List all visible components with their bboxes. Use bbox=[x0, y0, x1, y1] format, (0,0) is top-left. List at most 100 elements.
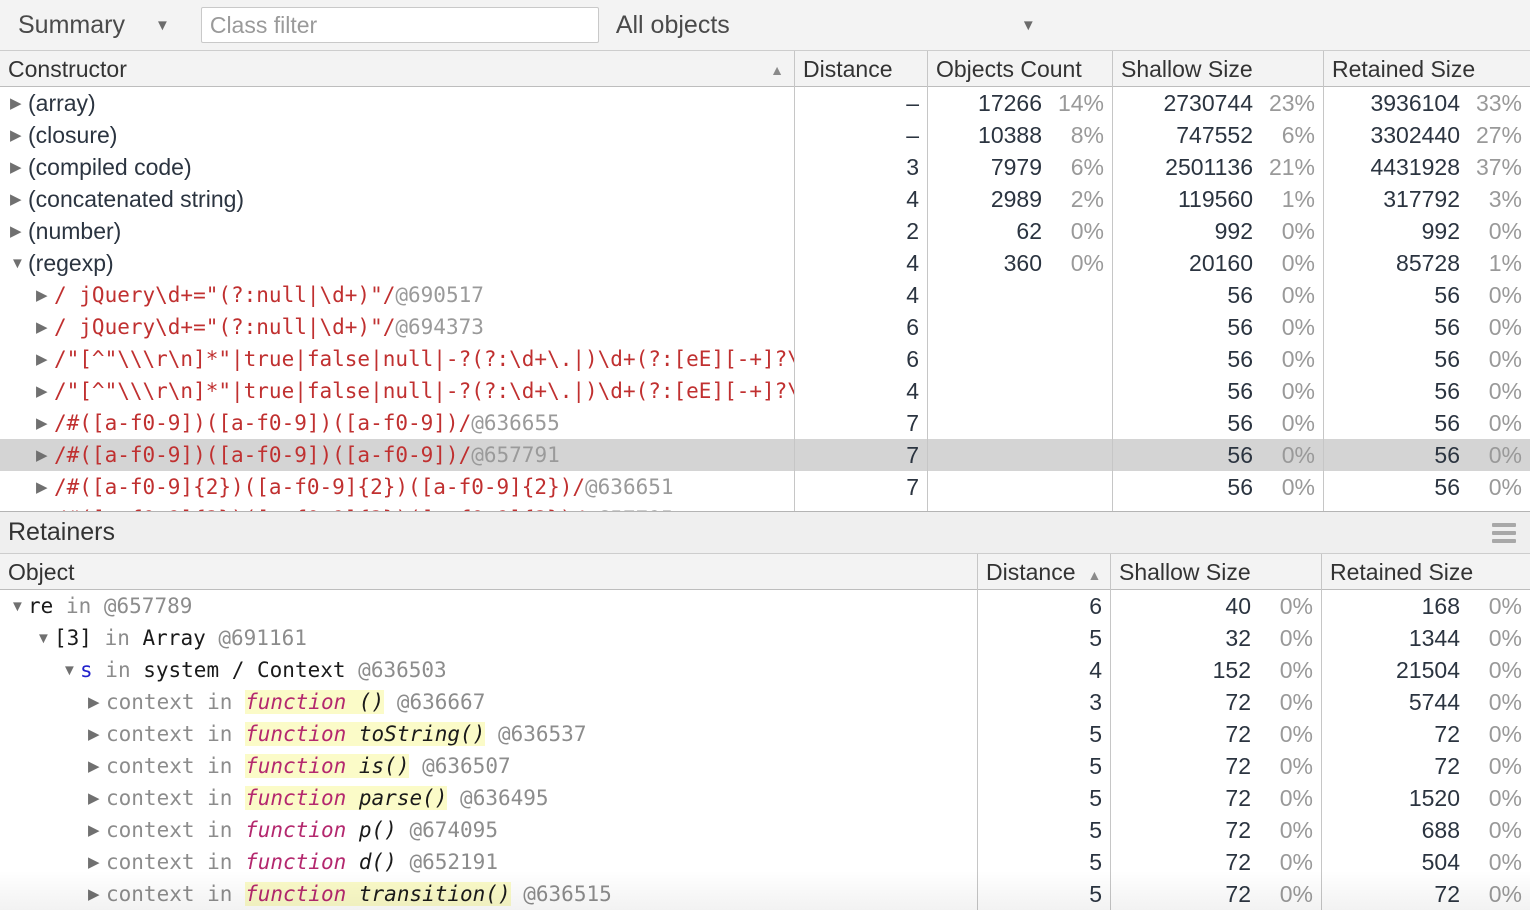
collapsed-triangle-icon[interactable]: ▶ bbox=[88, 759, 106, 774]
table-row[interactable]: ▶ / jQuery\d+="(?:null|\d+)"/ @694373 6 56 0… bbox=[0, 311, 1530, 343]
constructor-name: / jQuery\d+="(?:null|\d+)"/ bbox=[54, 315, 396, 339]
table-row[interactable]: ▶ context in function toString() @636537 5… bbox=[0, 718, 1530, 750]
value: 72 bbox=[1225, 753, 1251, 779]
retainer-name: context bbox=[106, 818, 195, 842]
table-row[interactable]: ▶/#([a-f0-9]{2})([a-f0-9]{2})([a-f0-9]{2… bbox=[0, 503, 1530, 511]
percent: 0% bbox=[1281, 442, 1315, 468]
retainer-col-shallow-size[interactable]: Shallow Size bbox=[1111, 554, 1322, 590]
expanded-triangle-icon[interactable]: ▼ bbox=[36, 631, 54, 646]
constructor-col-constructor[interactable]: Constructor ▲ bbox=[0, 51, 795, 87]
percent: 0% bbox=[1488, 817, 1522, 843]
holder-highlight: function transition() bbox=[245, 882, 511, 906]
table-row[interactable]: ▶/#([a-f0-9])([a-f0-9])([a-f0-9])/ @6366… bbox=[0, 407, 1530, 439]
value: 6 bbox=[906, 346, 919, 372]
table-row[interactable]: ▶ context in function parse() @636495 5 72 0… bbox=[0, 782, 1530, 814]
expanded-triangle-icon[interactable]: ▼ bbox=[10, 599, 28, 614]
shallow-size-cell: 72 0% bbox=[1111, 814, 1322, 846]
sort-arrow-icon: ▲ bbox=[1087, 566, 1102, 583]
collapsed-triangle-icon[interactable]: ▶ bbox=[36, 448, 54, 463]
collapsed-triangle-icon[interactable]: ▶ bbox=[88, 727, 106, 742]
collapsed-triangle-icon[interactable]: ▶ bbox=[10, 128, 28, 143]
value: – bbox=[906, 90, 919, 116]
objects-count-cell: 7979 6% bbox=[928, 151, 1113, 183]
table-row[interactable]: ▶ context in function d() @652191 5 72 0% 504… bbox=[0, 846, 1530, 878]
table-row[interactable]: ▶ (number) 2 62 0% 992 0% 992 0% bbox=[0, 215, 1530, 247]
constructor-col-shallow-size[interactable]: Shallow Size bbox=[1113, 51, 1324, 87]
object-id: @636537 bbox=[485, 722, 587, 746]
collapsed-triangle-icon[interactable]: ▶ bbox=[88, 791, 106, 806]
table-row[interactable]: ▶/#([a-f0-9])([a-f0-9])([a-f0-9])/ @6577… bbox=[0, 439, 1530, 471]
retained-size-cell: 1520 0% bbox=[1322, 782, 1530, 814]
memory-toolbar: Summary ▼ All objects ▼ bbox=[0, 0, 1530, 51]
function-name: parse() bbox=[358, 786, 448, 810]
retainer-name: context bbox=[106, 850, 195, 874]
constructor-col-distance[interactable]: Distance bbox=[795, 51, 928, 87]
retained-size-cell: 560% bbox=[1324, 503, 1530, 511]
shallow-size-cell: 56 0% bbox=[1113, 279, 1324, 311]
expanded-triangle-icon[interactable]: ▼ bbox=[10, 256, 28, 271]
shallow-size-cell: 72 0% bbox=[1111, 878, 1322, 910]
table-row[interactable]: ▶ (array) – 17266 14% 2730744 23% 3936104 33% bbox=[0, 87, 1530, 119]
percent: 0% bbox=[1488, 881, 1522, 907]
object-id: @636503 bbox=[345, 658, 447, 682]
percent: 0% bbox=[1279, 817, 1313, 843]
percent: 0% bbox=[1281, 346, 1315, 372]
table-row[interactable]: ▶ context in function transition() @63651… bbox=[0, 878, 1530, 910]
table-row[interactable]: ▶ (compiled code) 3 7979 6% 2501136 21% 4431928… bbox=[0, 151, 1530, 183]
hamburger-icon[interactable] bbox=[1492, 523, 1516, 543]
collapsed-triangle-icon[interactable]: ▶ bbox=[36, 480, 54, 495]
table-row[interactable]: ▶/#([a-f0-9]{2})([a-f0-9]{2})([a-f0-9]{2… bbox=[0, 471, 1530, 503]
percent: 0% bbox=[1281, 250, 1315, 276]
constructor-name: (compiled code) bbox=[28, 154, 192, 180]
collapsed-triangle-icon[interactable]: ▶ bbox=[36, 288, 54, 303]
table-row[interactable]: ▼ s in system / Context @636503 4 152 0% 2150… bbox=[0, 654, 1530, 686]
collapsed-triangle-icon[interactable]: ▶ bbox=[36, 352, 54, 367]
retainer-col-distance[interactable]: Distance ▲ bbox=[978, 554, 1111, 590]
collapsed-triangle-icon[interactable]: ▶ bbox=[10, 160, 28, 175]
value: 7979 bbox=[990, 154, 1042, 180]
function-name: is() bbox=[358, 754, 410, 778]
collapsed-triangle-icon[interactable]: ▶ bbox=[36, 320, 54, 335]
collapsed-triangle-icon[interactable]: ▶ bbox=[88, 823, 106, 838]
collapsed-triangle-icon[interactable]: ▶ bbox=[88, 887, 106, 902]
collapsed-triangle-icon[interactable]: ▶ bbox=[10, 96, 28, 111]
class-filter-input[interactable] bbox=[200, 7, 599, 43]
table-row[interactable]: ▶ (concatenated string) 4 2989 2% 119560 1% 317… bbox=[0, 183, 1530, 215]
in-keyword: in bbox=[194, 850, 246, 874]
collapsed-triangle-icon[interactable]: ▶ bbox=[36, 384, 54, 399]
retainer-name: context bbox=[106, 754, 195, 778]
collapsed-triangle-icon[interactable]: ▶ bbox=[88, 855, 106, 870]
retainer-col-retained-size[interactable]: Retained Size bbox=[1322, 554, 1530, 590]
constructor-col-objects-count[interactable]: Objects Count bbox=[928, 51, 1113, 87]
collapsed-triangle-icon[interactable]: ▶ bbox=[88, 695, 106, 710]
retainer-col-object[interactable]: Object bbox=[0, 554, 978, 590]
distance-cell: 5 bbox=[978, 846, 1111, 878]
table-row[interactable]: ▶ (closure) – 10388 8% 747552 6% 3302440 27% bbox=[0, 119, 1530, 151]
table-row[interactable]: ▼ (regexp) 4 360 0% 20160 0% 85728 1% bbox=[0, 247, 1530, 279]
table-row[interactable]: ▶ context in function is() @636507 5 72 0% 72… bbox=[0, 750, 1530, 782]
distance-cell: – bbox=[795, 119, 928, 151]
constructor-col-retained-size[interactable]: Retained Size bbox=[1324, 51, 1530, 87]
table-row[interactable]: ▼ [3] in Array @691161 5 32 0% 1344 0% bbox=[0, 622, 1530, 654]
table-row[interactable]: ▼ re in @657789 6 40 0% 168 0% bbox=[0, 590, 1530, 622]
percent: 0% bbox=[1488, 346, 1522, 372]
retained-size-cell: 992 0% bbox=[1324, 215, 1530, 247]
shallow-size-cell: 72 0% bbox=[1111, 718, 1322, 750]
percent: 0% bbox=[1488, 593, 1522, 619]
constructor-name: (regexp) bbox=[28, 250, 114, 276]
expanded-triangle-icon[interactable]: ▼ bbox=[62, 663, 80, 678]
shallow-size-cell: 152 0% bbox=[1111, 654, 1322, 686]
table-row[interactable]: ▶ / jQuery\d+="(?:null|\d+)"/ @690517 4 56 0… bbox=[0, 279, 1530, 311]
function-name: transition() bbox=[358, 882, 511, 906]
table-row[interactable]: ▶ context in function () @636667 3 72 0% 5744… bbox=[0, 686, 1530, 718]
table-row[interactable]: ▶ context in function p() @674095 5 72 0% 688… bbox=[0, 814, 1530, 846]
in-keyword: in bbox=[92, 658, 144, 682]
table-row[interactable]: ▶/"[^"\\\r\n]*"|true|false|null|-?(?:\d+… bbox=[0, 375, 1530, 407]
objects-selector[interactable]: All objects ▼ bbox=[616, 11, 1056, 40]
table-row[interactable]: ▶/"[^"\\\r\n]*"|true|false|null|-?(?:\d+… bbox=[0, 343, 1530, 375]
view-selector[interactable]: Summary ▼ bbox=[18, 11, 170, 40]
objects-count-cell: 17266 14% bbox=[928, 87, 1113, 119]
collapsed-triangle-icon[interactable]: ▶ bbox=[36, 416, 54, 431]
collapsed-triangle-icon[interactable]: ▶ bbox=[10, 192, 28, 207]
collapsed-triangle-icon[interactable]: ▶ bbox=[10, 224, 28, 239]
